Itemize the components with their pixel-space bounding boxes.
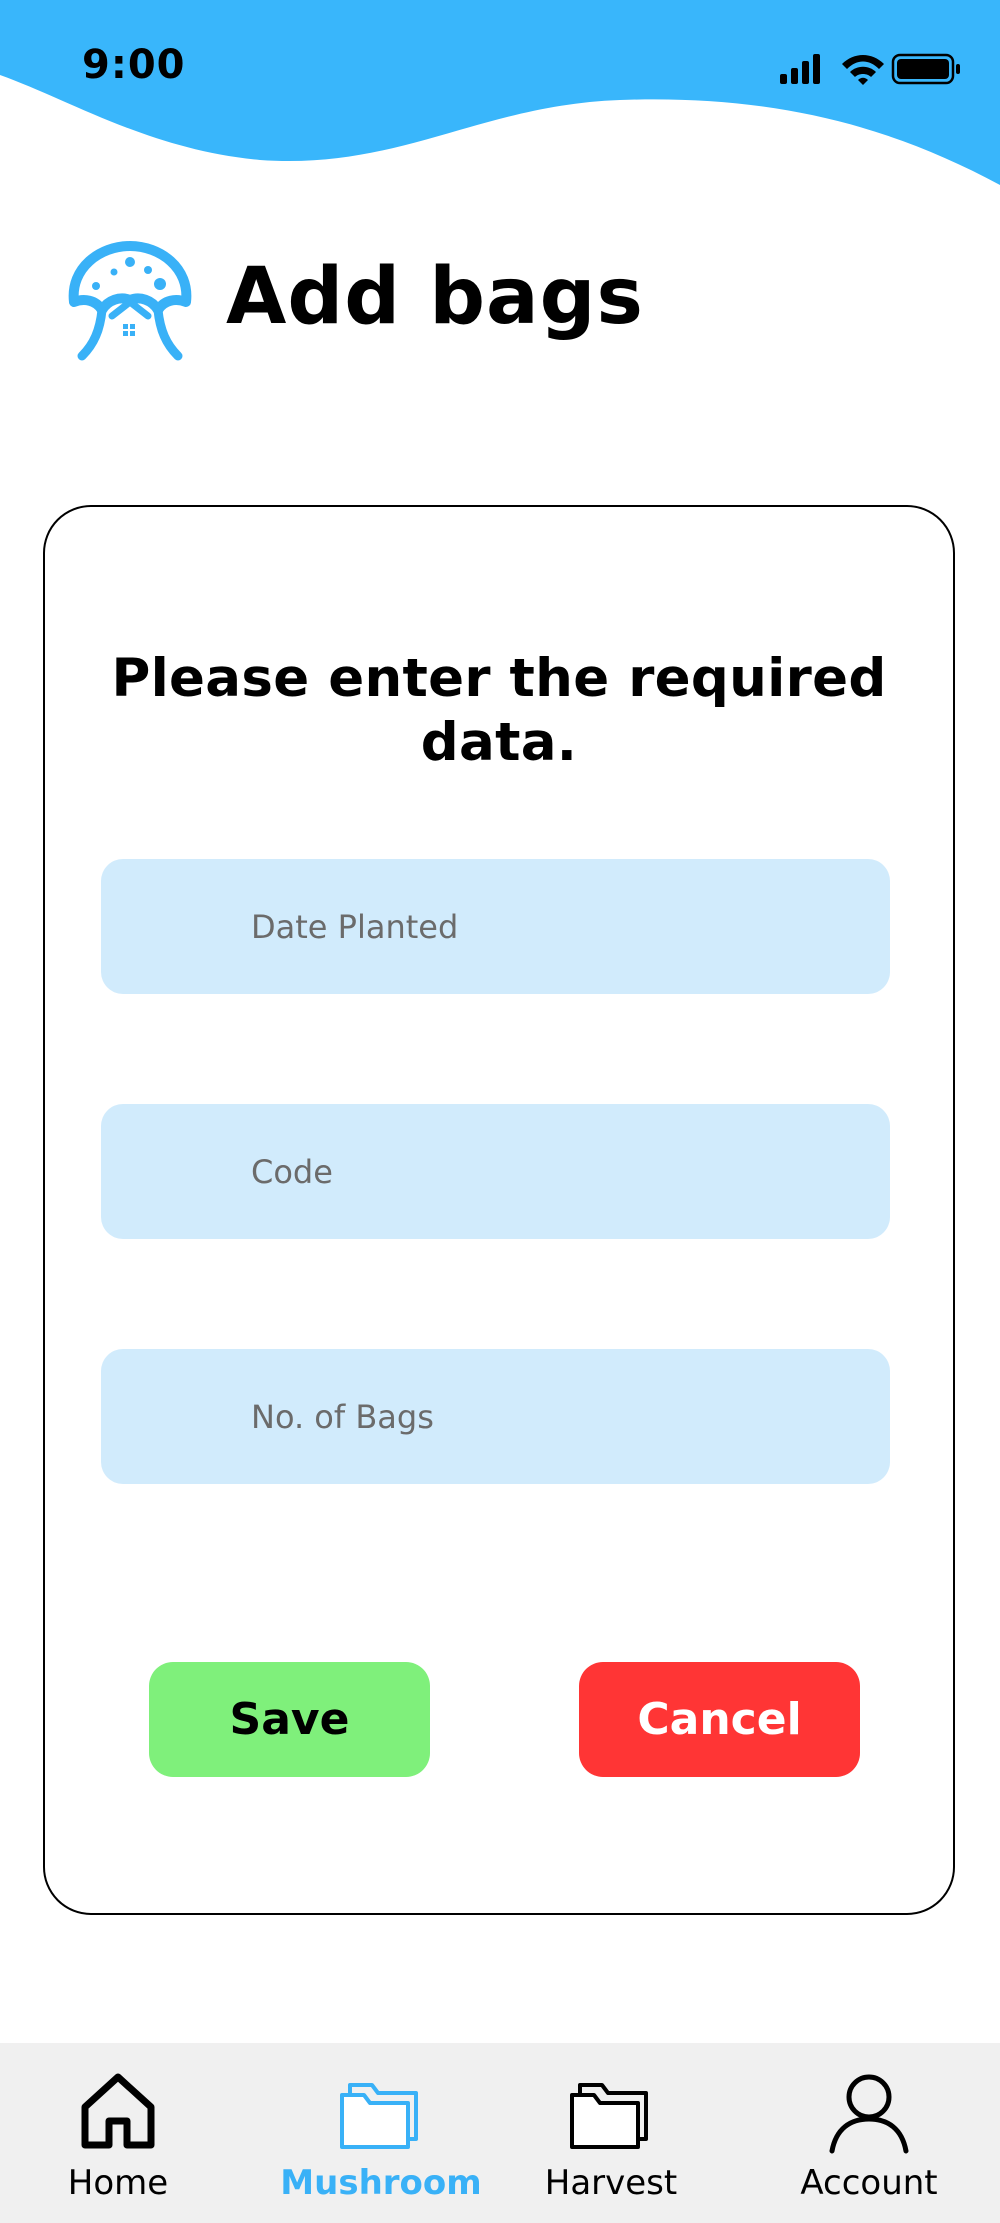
battery-icon — [891, 53, 960, 85]
home-icon — [81, 2073, 155, 2149]
nav-item-harvest[interactable]: Harvest — [486, 2043, 736, 2223]
mushroom-house-logo-icon — [68, 241, 192, 361]
nav-item-mushroom[interactable]: Mushroom — [256, 2043, 506, 2223]
code-input[interactable] — [101, 1104, 890, 1239]
nav-label-home: Home — [67, 2163, 169, 2203]
status-time: 9:00 — [82, 42, 186, 88]
wifi-icon — [842, 55, 884, 85]
nav-item-home[interactable]: Home — [0, 2043, 243, 2223]
folders-icon — [570, 2083, 648, 2149]
nav-label-harvest: Harvest — [544, 2163, 678, 2203]
bottom-navigation: Home Mushroom Harvest Account — [0, 2043, 1000, 2223]
number-of-bags-input[interactable] — [101, 1349, 890, 1484]
nav-item-account[interactable]: Account — [744, 2043, 994, 2223]
add-bags-form-card: Please enter the required data. Save Can… — [43, 505, 955, 1915]
nav-label-mushroom: Mushroom — [280, 2163, 482, 2203]
user-icon — [829, 2074, 909, 2154]
status-icons — [780, 53, 960, 85]
save-button[interactable]: Save — [149, 1662, 430, 1777]
cellular-signal-icon — [780, 54, 820, 84]
form-instructions: Please enter the required data. — [111, 648, 887, 773]
date-planted-input[interactable] — [101, 859, 890, 994]
folder-icon — [340, 2083, 418, 2149]
nav-label-account: Account — [800, 2163, 938, 2203]
header-wave-background — [0, 0, 1000, 185]
page-title: Add bags — [226, 252, 644, 342]
cancel-button[interactable]: Cancel — [579, 1662, 860, 1777]
